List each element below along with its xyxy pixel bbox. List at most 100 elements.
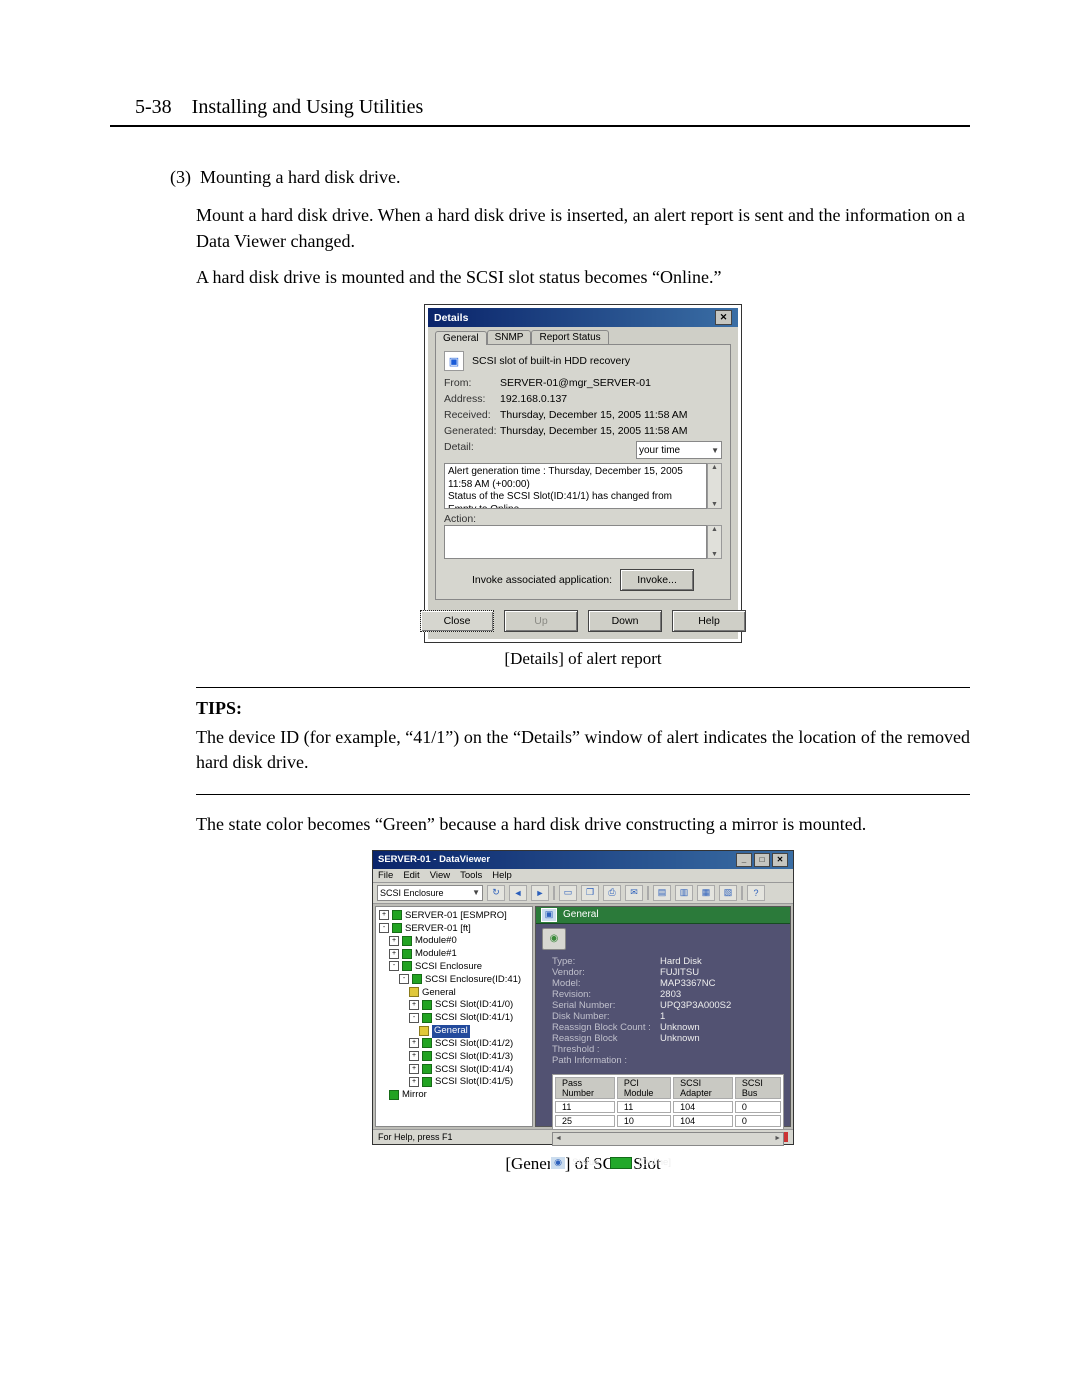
tab-snmp[interactable]: SNMP bbox=[487, 330, 532, 344]
step-heading: (3) Mounting a hard disk drive. bbox=[170, 167, 970, 188]
step-body: Mount a hard disk drive. When a hard dis… bbox=[196, 202, 970, 1174]
tree-item[interactable]: SCSI Enclosure(ID:41) bbox=[425, 974, 521, 985]
detail-pane: ▣ General ◉ Type:Hard Disk Vendor:FUJITS… bbox=[535, 906, 791, 1127]
table-hscroll[interactable]: ◄► bbox=[552, 1132, 784, 1146]
tree-item[interactable]: SCSI Enclosure bbox=[415, 961, 482, 972]
dataviewer-wrap: SERVER-01 - DataViewer _ □ ✕ File Edit V… bbox=[369, 847, 797, 1148]
slot-icon bbox=[422, 1013, 432, 1023]
details-dialog-wrap: Details ✕ General SNMP Report Status ▣ S… bbox=[424, 304, 742, 643]
th-bus[interactable]: SCSI Bus bbox=[735, 1077, 781, 1099]
tree-item[interactable]: Module#0 bbox=[415, 935, 457, 946]
menu-view[interactable]: View bbox=[430, 870, 450, 881]
slot-icon bbox=[422, 1038, 432, 1048]
tree-item[interactable]: SCSI Slot(ID:41/2) bbox=[435, 1038, 513, 1049]
tree-item[interactable]: Mirror bbox=[402, 1089, 427, 1100]
serial-value: UPQ3P3A000S2 bbox=[660, 1000, 782, 1011]
dataviewer-window: SERVER-01 - DataViewer _ □ ✕ File Edit V… bbox=[372, 850, 794, 1145]
dv-toolbar: SCSI Enclosure ▼ ↻ ◄ ► ▭ ❐ ⎙ ✉ ▤ ▥ ▦ ▧ bbox=[373, 883, 793, 904]
alert-summary: SCSI slot of built-in HDD recovery bbox=[472, 355, 630, 367]
type-label: Type: bbox=[552, 956, 660, 967]
tree-item[interactable]: SCSI Slot(ID:41/4) bbox=[435, 1064, 513, 1075]
dv-title: SERVER-01 - DataViewer bbox=[378, 854, 490, 865]
print-icon[interactable]: ⎙ bbox=[603, 885, 621, 901]
tab-general[interactable]: General bbox=[435, 331, 487, 345]
rbc-label: Reassign Block Count : bbox=[552, 1022, 660, 1033]
close-icon[interactable]: ✕ bbox=[772, 853, 788, 867]
disknum-label: Disk Number: bbox=[552, 1011, 660, 1022]
cell: 11 bbox=[555, 1101, 615, 1113]
th-pass[interactable]: Pass Number bbox=[555, 1077, 615, 1099]
action-scrollbar[interactable]: ▲▼ bbox=[707, 525, 722, 559]
tips-box: TIPS: The device ID (for example, “41/1”… bbox=[196, 687, 970, 794]
menu-file[interactable]: File bbox=[378, 870, 393, 881]
fwd-icon[interactable]: ► bbox=[531, 885, 549, 901]
tree-item-selected[interactable]: General bbox=[432, 1025, 470, 1038]
time-selector-value: your time bbox=[639, 445, 680, 456]
slot-status-row: ◉ Status : [Online] bbox=[536, 1156, 790, 1170]
tree-item[interactable]: SCSI Slot(ID:41/5) bbox=[435, 1076, 513, 1087]
down-button[interactable]: Down bbox=[588, 610, 662, 632]
detail-label: Detail: bbox=[444, 441, 500, 453]
details-dialog: Details ✕ General SNMP Report Status ▣ S… bbox=[428, 308, 738, 639]
dialog-caption: [Details] of alert report bbox=[196, 649, 970, 669]
tree-item[interactable]: General bbox=[422, 987, 456, 998]
invoke-label: Invoke associated application: bbox=[472, 574, 612, 586]
properties: Type:Hard Disk Vendor:FUJITSU Model:MAP3… bbox=[536, 954, 790, 1072]
th-adapter[interactable]: SCSI Adapter bbox=[673, 1077, 733, 1099]
doc-icon[interactable]: ▭ bbox=[559, 885, 577, 901]
tab-row: General SNMP Report Status bbox=[435, 330, 731, 344]
tree-root[interactable]: SERVER-01 [ESMPRO] bbox=[405, 910, 507, 921]
hdd-icon: ◉ bbox=[542, 928, 566, 950]
tool-icon[interactable]: ▤ bbox=[653, 885, 671, 901]
rbt-label: Reassign Block Threshold : bbox=[552, 1033, 660, 1055]
close-button[interactable]: Close bbox=[420, 610, 494, 632]
tree-item[interactable]: SCSI Slot(ID:41/3) bbox=[435, 1051, 513, 1062]
dv-menubar[interactable]: File Edit View Tools Help bbox=[373, 869, 793, 883]
maximize-icon[interactable]: □ bbox=[754, 853, 770, 867]
toolbar-combo[interactable]: SCSI Enclosure ▼ bbox=[377, 885, 483, 901]
back-icon[interactable]: ◄ bbox=[509, 885, 527, 901]
tree-item[interactable]: SCSI Slot(ID:41/1) bbox=[435, 1012, 513, 1023]
tree-pane[interactable]: +SERVER-01 [ESMPRO] -SERVER-01 [ft] +Mod… bbox=[375, 906, 533, 1127]
help-button[interactable]: Help bbox=[672, 610, 746, 632]
tab-panel-general: ▣ SCSI slot of built-in HDD recovery Fro… bbox=[435, 344, 731, 600]
vendor-label: Vendor: bbox=[552, 967, 660, 978]
table-row[interactable]: 25 10 104 0 bbox=[555, 1115, 781, 1127]
th-pci[interactable]: PCI Module bbox=[617, 1077, 671, 1099]
rbc-value: Unknown bbox=[660, 1022, 782, 1033]
dialog-titlebar[interactable]: Details ✕ bbox=[428, 308, 738, 327]
invoke-button[interactable]: Invoke... bbox=[620, 569, 694, 591]
close-icon[interactable]: ✕ bbox=[715, 310, 732, 325]
state-paragraph: The state color becomes “Green” because … bbox=[196, 811, 970, 837]
detail-textarea[interactable]: Alert generation time : Thursday, Decemb… bbox=[444, 463, 707, 509]
tool-icon[interactable]: ▥ bbox=[675, 885, 693, 901]
panel-header: ▣ General bbox=[536, 907, 790, 924]
time-selector[interactable]: your time ▼ bbox=[636, 441, 722, 459]
dv-titlebar[interactable]: SERVER-01 - DataViewer _ □ ✕ bbox=[373, 851, 793, 869]
toolbar-sep bbox=[553, 886, 555, 900]
tree-item[interactable]: SCSI Slot(ID:41/0) bbox=[435, 999, 513, 1010]
action-textarea[interactable] bbox=[444, 525, 707, 559]
tree-item[interactable]: SERVER-01 [ft] bbox=[405, 923, 471, 934]
tree-item[interactable]: Module#1 bbox=[415, 948, 457, 959]
table-row[interactable]: 11 11 104 0 bbox=[555, 1101, 781, 1113]
menu-help[interactable]: Help bbox=[492, 870, 512, 881]
tool-icon[interactable]: ▦ bbox=[697, 885, 715, 901]
up-button[interactable]: Up bbox=[504, 610, 578, 632]
copy-icon[interactable]: ❐ bbox=[581, 885, 599, 901]
tab-report-status[interactable]: Report Status bbox=[531, 330, 608, 344]
enclosure-icon bbox=[402, 961, 412, 971]
refresh-icon[interactable]: ↻ bbox=[487, 885, 505, 901]
minimize-icon[interactable]: _ bbox=[736, 853, 752, 867]
tool-icon[interactable]: ▧ bbox=[719, 885, 737, 901]
tips-rule-bottom bbox=[196, 794, 970, 795]
menu-edit[interactable]: Edit bbox=[403, 870, 419, 881]
page-number: 5-38 bbox=[135, 96, 172, 118]
detail-scrollbar[interactable]: ▲▼ bbox=[707, 463, 722, 509]
action-label: Action: bbox=[444, 513, 722, 525]
mail-icon[interactable]: ✉ bbox=[625, 885, 643, 901]
address-value: 192.168.0.137 bbox=[500, 393, 722, 405]
toolbar-sep bbox=[741, 886, 743, 900]
menu-tools[interactable]: Tools bbox=[460, 870, 482, 881]
help-icon[interactable]: ? bbox=[747, 885, 765, 901]
